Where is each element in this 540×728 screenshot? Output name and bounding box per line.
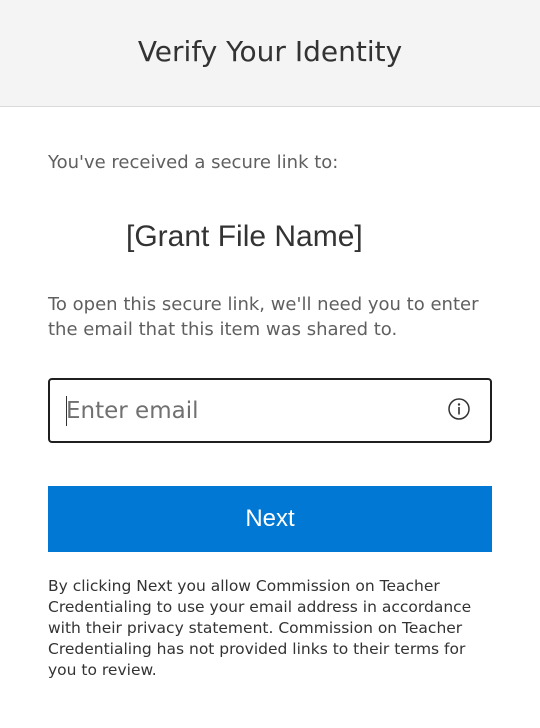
header: Verify Your Identity xyxy=(0,0,540,107)
received-link-text: You've received a secure link to: xyxy=(48,152,339,173)
instructions-text: To open this secure link, we'll need you… xyxy=(48,294,479,340)
email-field-container[interactable] xyxy=(48,378,492,443)
info-icon[interactable] xyxy=(448,398,470,420)
email-field[interactable] xyxy=(66,380,436,441)
text-caret xyxy=(66,396,67,426)
page-title: Verify Your Identity xyxy=(137,34,403,68)
file-name: [Grant File Name] xyxy=(126,220,363,253)
disclaimer-text: By clicking Next you allow Commission on… xyxy=(48,577,472,679)
next-button[interactable]: Next xyxy=(48,486,492,552)
